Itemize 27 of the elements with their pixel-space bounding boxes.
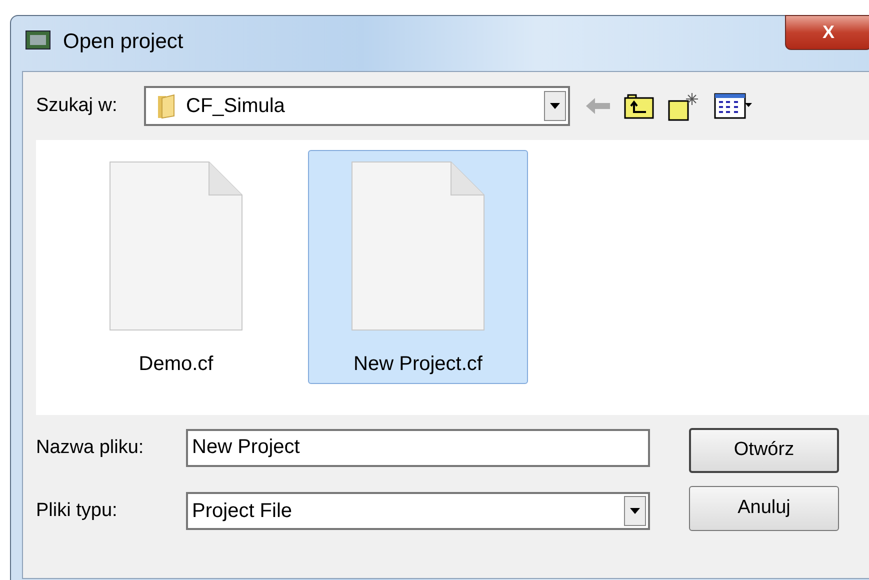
window-title: Open project <box>63 30 184 52</box>
file-name-field[interactable]: New Project <box>186 428 650 467</box>
folder-icon <box>156 93 176 119</box>
file-item[interactable]: Demo.cf <box>66 150 286 384</box>
document-icon <box>109 161 243 331</box>
file-type-dropdown[interactable]: Project File <box>186 492 650 530</box>
caret-icon <box>550 103 560 109</box>
new-folder-icon[interactable] <box>668 91 700 121</box>
look-in-label: Szukaj w: <box>36 94 118 118</box>
file-type-value: Project File <box>192 499 294 524</box>
look-in-dropdown[interactable]: CF_Simula <box>144 86 570 126</box>
dropdown-button[interactable] <box>624 496 646 526</box>
up-folder-icon[interactable] <box>624 93 654 119</box>
file-name: New Project.cf <box>354 352 482 377</box>
caret-icon <box>630 508 640 514</box>
view-menu-icon[interactable] <box>714 93 752 119</box>
dropdown-button[interactable] <box>544 91 566 121</box>
close-button[interactable]: X <box>785 15 869 50</box>
dialog-button[interactable]: Otwórz <box>689 428 839 473</box>
file-name: Demo.cf <box>138 352 214 377</box>
app-icon <box>25 30 51 50</box>
file-name-label: Nazwa pliku: <box>36 436 145 460</box>
file-item[interactable]: New Project.cf <box>308 150 528 384</box>
dialog-button[interactable]: Anuluj <box>689 486 839 531</box>
look-in-value: CF_Simula <box>186 94 286 119</box>
document-icon <box>351 161 485 331</box>
file-type-label: Pliki typu: <box>36 499 118 523</box>
